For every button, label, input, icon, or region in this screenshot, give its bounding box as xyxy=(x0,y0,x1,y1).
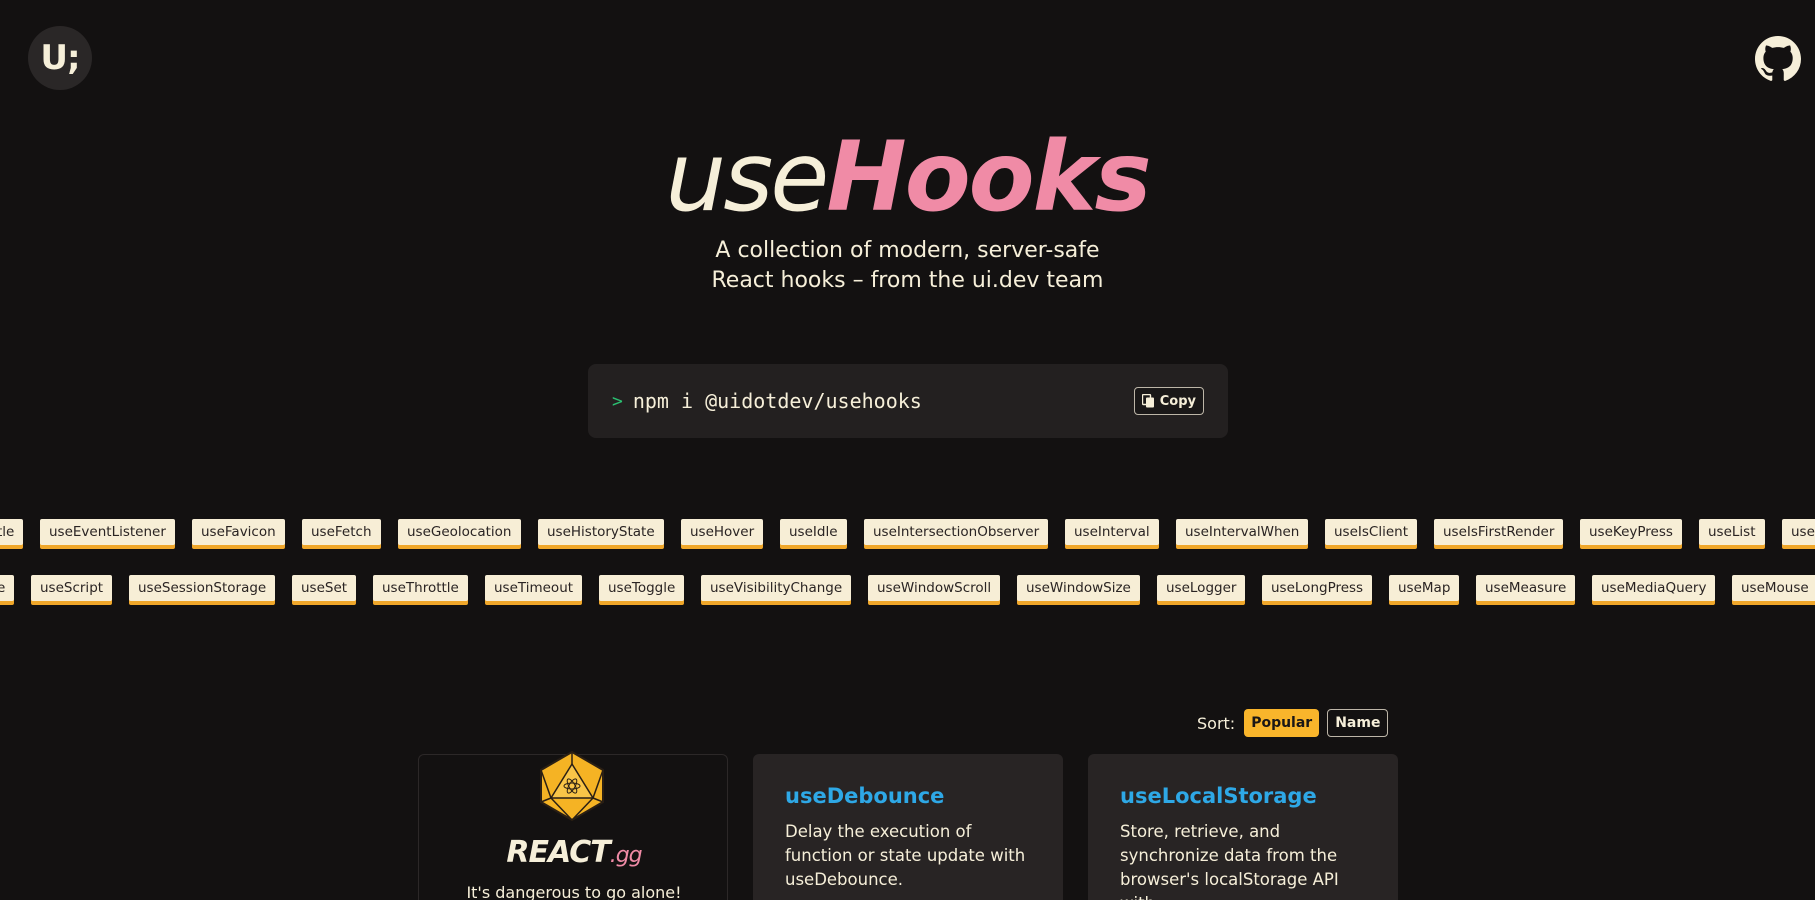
page: U; useHooks A collection of modern, serv… xyxy=(0,0,1815,900)
terminal-prompt: > xyxy=(612,390,623,412)
hook-chip[interactable]: useWindowScroll xyxy=(868,575,1001,601)
hook-card-usedebounce[interactable]: useDebounce Delay the execution of funct… xyxy=(753,754,1063,900)
hook-chip[interactable]: useFetch xyxy=(302,519,381,545)
reactgg-wordmark: REACT.gg xyxy=(419,835,729,870)
hero-subtitle: A collection of modern, server-safe Reac… xyxy=(0,236,1815,296)
hero-title-use: use xyxy=(665,121,829,233)
hook-chip[interactable]: useList xyxy=(1699,519,1765,545)
reactgg-brand: REACT xyxy=(506,835,610,870)
hook-chip[interactable]: useIsClient xyxy=(1325,519,1417,545)
uidev-logo[interactable]: U; xyxy=(28,26,92,90)
hook-chip[interactable]: useMap xyxy=(1389,575,1460,601)
hero-title: useHooks xyxy=(0,122,1815,232)
sort-name-button[interactable]: Name xyxy=(1327,709,1389,737)
hook-chip[interactable]: useScript xyxy=(31,575,113,601)
hook-chip[interactable]: useKeyPress xyxy=(1580,519,1682,545)
sort-control: Sort: Popular Name xyxy=(1197,709,1389,737)
hook-chip[interactable]: useWindowSize xyxy=(1017,575,1140,601)
hook-chip[interactable]: tle xyxy=(0,519,24,545)
hook-chip[interactable]: useMediaQuery xyxy=(1592,575,1716,601)
copy-button[interactable]: Copy xyxy=(1133,387,1204,415)
hook-chip[interactable]: e xyxy=(0,575,15,601)
hook-card-description: Delay the execution of function or state… xyxy=(785,822,1026,889)
logo-text: U; xyxy=(40,38,80,78)
hook-chip[interactable]: useInterval xyxy=(1065,519,1159,545)
hook-chip[interactable]: useSessionStorage xyxy=(129,575,276,601)
hook-card-description: Store, retrieve, and synchronize data fr… xyxy=(1120,822,1339,900)
hook-chip[interactable]: useIntervalWhen xyxy=(1176,519,1309,545)
hook-chip[interactable]: useMeasure xyxy=(1476,575,1576,601)
d20-dice-icon xyxy=(540,750,604,822)
hook-chip[interactable]: useFavicon xyxy=(192,519,285,545)
promo-tagline: It's dangerous to go alone! xyxy=(466,883,682,900)
hook-chip[interactable]: useGeolocation xyxy=(398,519,521,545)
subtitle-line-2: React hooks – from the ui.dev team xyxy=(711,268,1104,293)
hook-chip[interactable]: useLongPress xyxy=(1262,575,1373,601)
hook-chip[interactable]: useIsFirstRender xyxy=(1434,519,1564,545)
install-command-box: > npm i @uidotdev/usehooks Copy xyxy=(588,364,1228,438)
subtitle-line-1: A collection of modern, server-safe xyxy=(715,238,1100,263)
hero-title-hooks: Hooks xyxy=(826,121,1151,233)
hook-chip[interactable]: useSet xyxy=(292,575,357,601)
hook-chip[interactable]: useLocalSt xyxy=(1782,519,1815,545)
copy-icon xyxy=(1141,394,1154,408)
copy-label: Copy xyxy=(1159,393,1196,409)
hook-chip[interactable]: useEventListener xyxy=(40,519,175,545)
hook-chip[interactable]: useLogger xyxy=(1157,575,1246,601)
hook-card-title[interactable]: useLocalStorage xyxy=(1120,784,1366,808)
github-icon[interactable] xyxy=(1755,36,1801,82)
install-command: npm i @uidotdev/usehooks xyxy=(632,389,922,413)
hook-chip[interactable]: useThrottle xyxy=(373,575,468,601)
hook-chip[interactable]: useHover xyxy=(681,519,764,545)
hook-chip[interactable]: useToggle xyxy=(599,575,685,601)
hook-chip[interactable]: useIdle xyxy=(780,519,847,545)
sort-label: Sort: xyxy=(1197,713,1236,733)
reactgg-suffix: .gg xyxy=(609,843,643,868)
sort-popular-button[interactable]: Popular xyxy=(1244,709,1320,737)
hook-card-title[interactable]: useDebounce xyxy=(785,784,1031,808)
hook-card-uselocalstorage[interactable]: useLocalStorage Store, retrieve, and syn… xyxy=(1088,754,1398,900)
reactgg-promo-card[interactable]: REACT.gg It's dangerous to go alone! xyxy=(418,750,729,900)
hook-chip[interactable]: useTimeout xyxy=(485,575,583,601)
hook-chip[interactable]: useMouse xyxy=(1732,575,1815,601)
hook-chip[interactable]: useIntersectionObserver xyxy=(864,519,1049,545)
hook-chip[interactable]: useHistoryState xyxy=(538,519,664,545)
hook-chip[interactable]: useVisibilityChange xyxy=(701,575,852,601)
